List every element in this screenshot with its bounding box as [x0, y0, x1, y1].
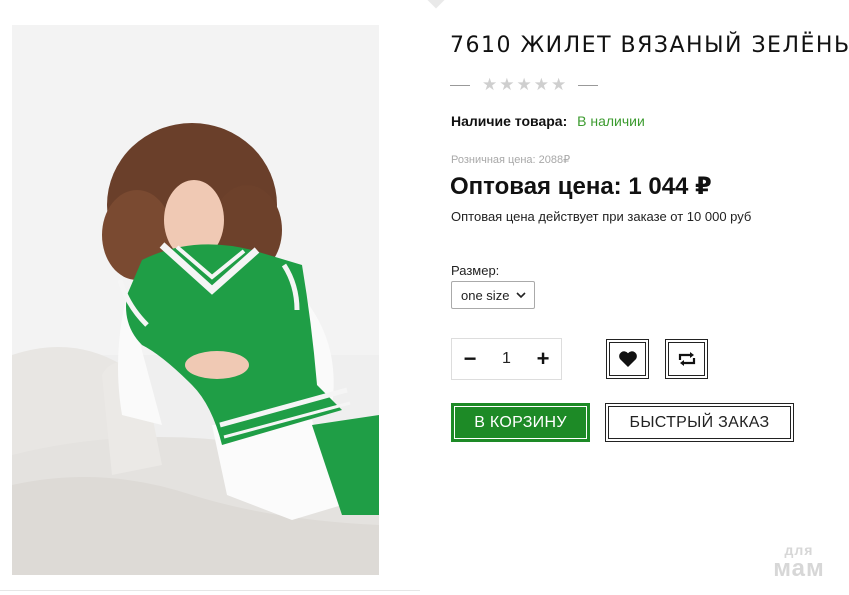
size-selected-value: one size — [461, 287, 510, 303]
divider — [0, 590, 420, 591]
availability-status: В наличии — [577, 113, 645, 129]
heart-icon — [618, 351, 637, 367]
availability-label: Наличие товара: — [451, 113, 568, 129]
compare-arrows-icon — [678, 352, 695, 366]
product-image[interactable] — [12, 25, 379, 575]
quick-order-label: БЫСТРЫЙ ЗАКАЗ — [629, 413, 770, 431]
star-icon[interactable]: ★ — [551, 76, 566, 94]
star-icon[interactable]: ★ — [499, 76, 514, 94]
quantity-decrease-button[interactable]: − — [461, 348, 479, 370]
star-icon[interactable]: ★ — [534, 76, 549, 94]
compare-button[interactable] — [665, 339, 708, 379]
rating: ★ ★ ★ ★ ★ — [450, 76, 599, 94]
rating-divider-left — [450, 84, 470, 86]
availability: Наличие товара: В наличии — [451, 113, 645, 129]
size-label: Размер: — [451, 263, 500, 278]
quantity-increase-button[interactable]: + — [534, 348, 552, 370]
add-to-cart-button[interactable]: В КОРЗИНУ — [451, 403, 590, 442]
product-photo-illustration — [12, 25, 379, 575]
wholesale-note: Оптовая цена действует при заказе от 10 … — [451, 209, 752, 224]
product-title: 7610 ЖИЛЕТ ВЯЗАНЫЙ ЗЕЛЁНЫЙ — [450, 33, 849, 58]
chevron-down-icon — [516, 292, 526, 299]
star-icon[interactable]: ★ — [482, 76, 497, 94]
quick-order-button[interactable]: БЫСТРЫЙ ЗАКАЗ — [605, 403, 794, 442]
dropdown-caret — [427, 0, 445, 9]
retail-price: Розничная цена: 2088₽ — [451, 154, 571, 166]
watermark-logo: для мам — [763, 543, 835, 581]
star-icon[interactable]: ★ — [517, 76, 532, 94]
star-rating[interactable]: ★ ★ ★ ★ ★ — [482, 76, 566, 94]
quantity-input[interactable]: 1 — [502, 350, 511, 368]
rating-divider-right — [578, 84, 599, 86]
size-select[interactable]: one size — [451, 281, 535, 309]
wishlist-button[interactable] — [606, 339, 649, 379]
wholesale-price: Оптовая цена: 1 044 ₽ — [450, 173, 712, 200]
watermark-line2: мам — [773, 555, 825, 582]
add-to-cart-label: В КОРЗИНУ — [474, 413, 567, 431]
quantity-stepper: − 1 + — [451, 338, 562, 380]
